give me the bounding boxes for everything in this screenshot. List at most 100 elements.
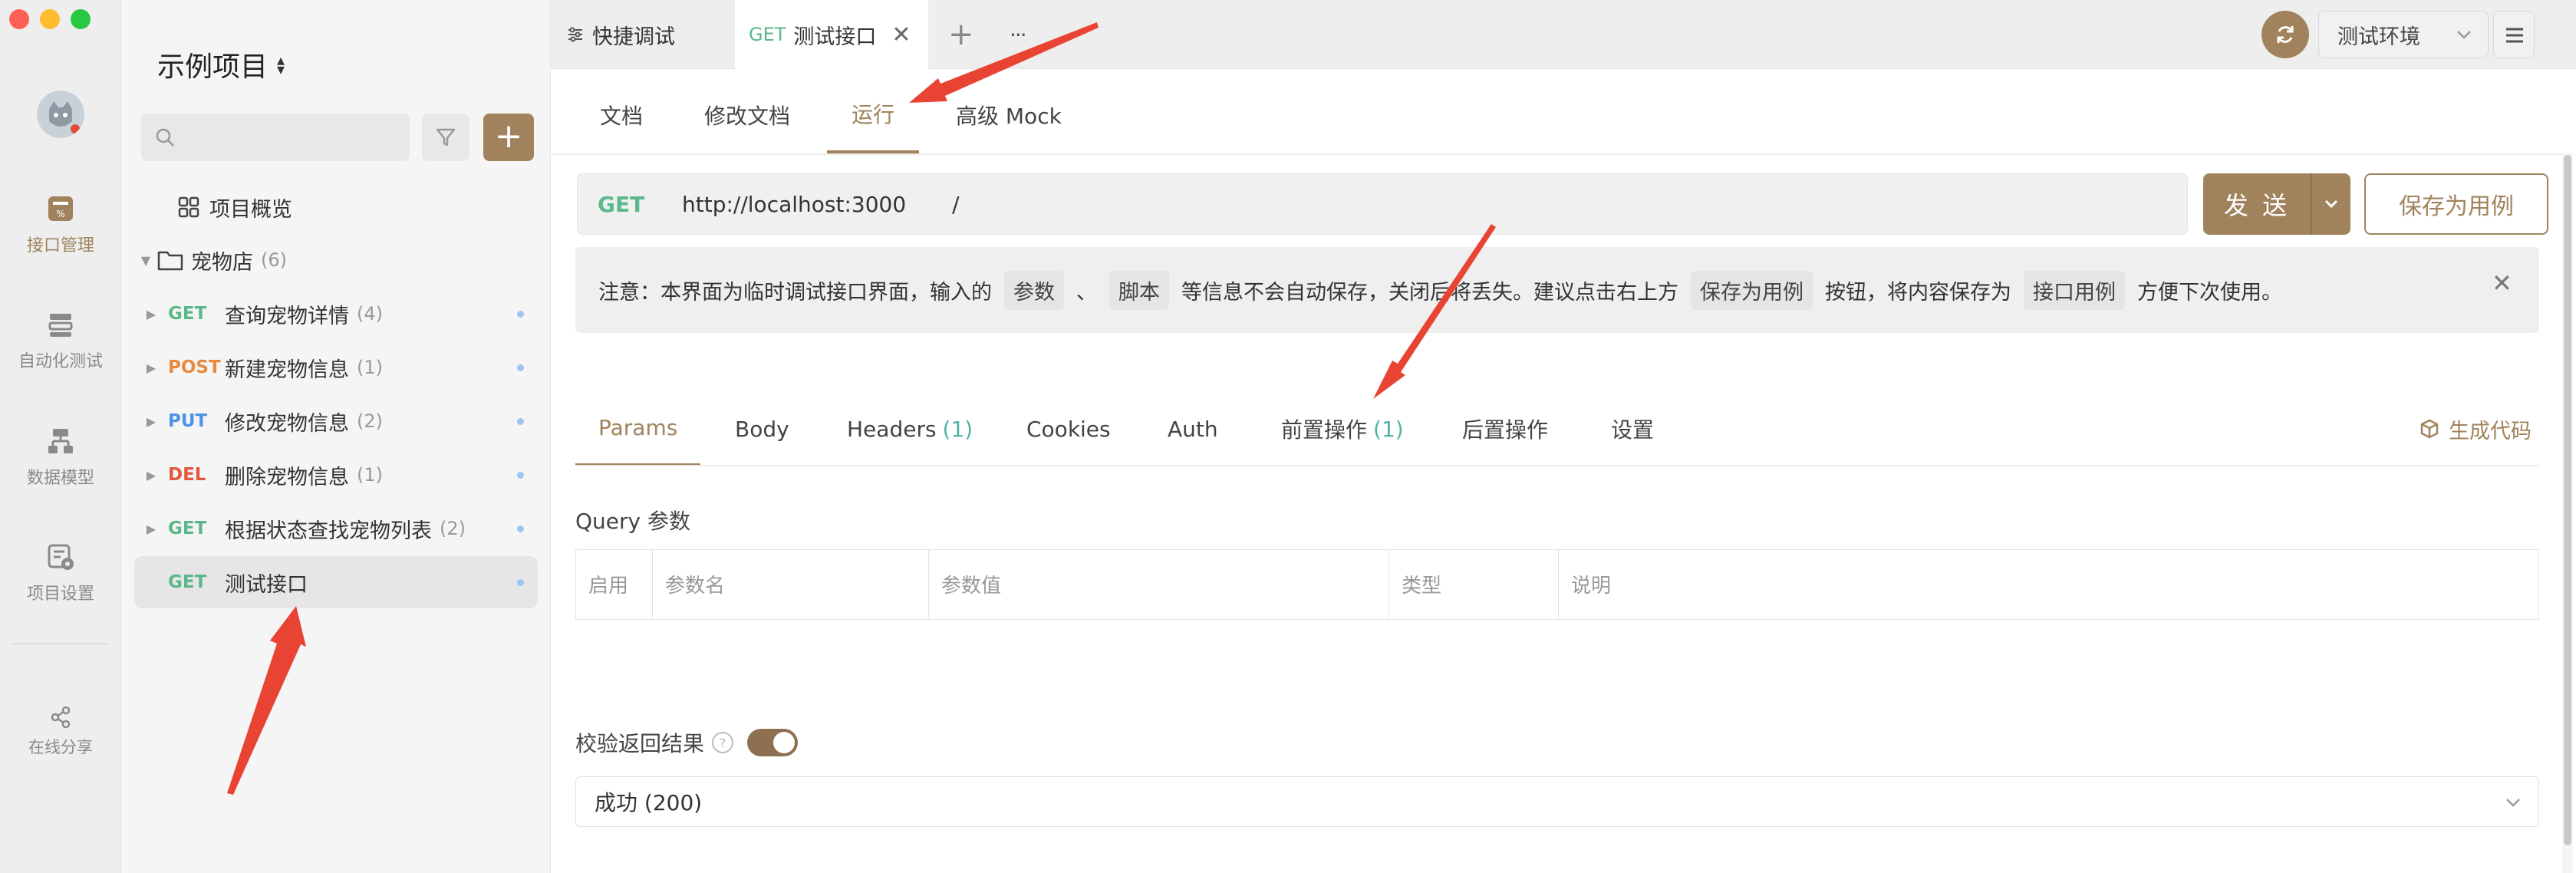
caret-right-icon[interactable]: ▶ [134,522,168,536]
sidebar-endpoint-item[interactable]: ▶ POST 新建宠物信息 (1) [134,341,538,394]
folder-icon [157,251,183,271]
caret-right-icon[interactable]: ▶ [134,307,168,321]
rail-item-automation-test[interactable]: 自动化测试 [0,309,121,372]
tab-post-operations[interactable]: 后置操作 [1462,391,1548,466]
close-notice-icon[interactable]: ✕ [2492,268,2512,298]
sidebar-endpoint-item[interactable]: ▶ PUT 修改宠物信息 (2) [134,395,538,447]
tab-active-endpoint[interactable]: GET 测试接口 ✕ [735,0,928,69]
search-icon [156,128,174,147]
validate-toggle[interactable] [747,729,799,756]
send-button[interactable]: 发 送 [2203,173,2350,235]
add-tab-button[interactable]: + [948,0,974,69]
refresh-icon [2277,26,2294,43]
filter-icon [436,128,456,147]
rail-item-data-model[interactable]: 数据模型 [0,426,121,489]
url-host: http://localhost:3000 [682,191,907,217]
subtab-docs[interactable]: 文档 [600,77,643,153]
scrollbar-thumb[interactable] [2564,155,2571,845]
overview-label: 项目概览 [209,197,292,222]
tab-quick-debug[interactable]: 快捷调试 [566,0,675,69]
tab-count: (1) [1373,416,1404,442]
api-management-icon: % [45,193,76,224]
endpoint-count: (2) [357,410,383,432]
close-window-button[interactable] [9,9,29,29]
column-header-description: 说明 [1571,574,1612,598]
rail-item-project-settings[interactable]: 项目设置 [0,542,121,605]
maximize-window-button[interactable] [71,9,91,29]
sidebar-item-overview[interactable]: 项目概览 [134,181,538,233]
sync-button[interactable] [2261,11,2309,58]
column-header-param-value: 参数值 [929,549,1389,618]
data-model-icon [45,426,76,456]
rail-item-api-management[interactable]: % 接口管理 [0,193,121,256]
plus-icon: + [948,17,974,52]
subtab-edit-docs[interactable]: 修改文档 [704,77,790,153]
tab-cookies[interactable]: Cookies [1026,391,1111,466]
notice-chip: 保存为用例 [1691,270,1813,310]
status-dot [517,364,524,371]
menu-button[interactable] [2493,11,2535,58]
notice-text: 等信息不会自动保存，关闭后将丢失。建议点击右上方 [1181,280,1678,305]
tab-pre-operations[interactable]: 前置操作 (1) [1281,391,1404,466]
rail-item-label: 数据模型 [26,469,94,488]
send-label: 发 送 [2223,191,2291,220]
rail-divider [12,643,109,644]
generate-code-label: 生成代码 [2449,419,2532,443]
method-badge: GET [168,519,207,539]
caret-right-icon[interactable]: ▶ [134,361,168,375]
tab-label: Cookies [1026,416,1111,442]
share-online-button[interactable]: 在线分享 [0,706,121,758]
caret-down-icon[interactable]: ▼ [134,253,157,268]
endpoint-name: 查询宠物详情 [225,304,349,328]
tab-body[interactable]: Body [735,391,789,466]
project-switcher[interactable]: 示例项目 ▴ ▾ [157,48,285,83]
avatar[interactable] [37,91,84,138]
notice-chip: 参数 [1004,270,1064,310]
tab-auth[interactable]: Auth [1168,391,1218,466]
method-badge: PUT [168,411,208,431]
save-as-case-button[interactable]: 保存为用例 [2364,173,2548,235]
url-method[interactable]: GET [598,192,682,217]
endpoint-count: (4) [357,303,383,324]
tab-params[interactable]: Params [575,391,701,466]
chevron-down-icon[interactable] [2312,196,2350,212]
endpoint-name: 新建宠物信息 [225,357,349,382]
chevron-down-icon [2457,31,2471,39]
more-tabs-button[interactable]: ··· [1010,0,1027,69]
rail-item-label: 接口管理 [26,236,94,255]
url-input[interactable]: GET http://localhost:3000 / [577,173,2188,235]
sidebar-endpoint-item-selected[interactable]: GET 测试接口 [134,556,538,608]
tab-label: Auth [1168,416,1218,442]
folder-count: (6) [261,249,287,271]
add-button[interactable]: + [483,114,534,161]
status-dot [517,579,524,586]
notice-text: 、 [1076,280,1097,305]
caret-right-icon[interactable]: ▶ [134,468,168,483]
method-badge: GET [168,572,207,592]
caret-right-icon[interactable]: ▶ [134,414,168,429]
tab-settings[interactable]: 设置 [1611,391,1654,466]
close-tab-icon[interactable]: ✕ [891,21,911,48]
environment-select[interactable]: 测试环境 [2318,11,2489,58]
vertical-scrollbar[interactable] [2562,153,2573,873]
help-icon[interactable]: ? [712,732,734,753]
folder-pet-store[interactable]: ▼ 宠物店 (6) [134,234,538,286]
endpoint-count: (1) [357,464,383,486]
notice-text: 注意：本界面为临时调试接口界面，输入的 [598,280,992,305]
sidebar-endpoint-item[interactable]: ▶ GET 查询宠物详情 (4) [134,288,538,340]
sidebar-search-input[interactable] [141,114,410,161]
sidebar-endpoint-item[interactable]: ▶ GET 根据状态查找宠物列表 (2) [134,502,538,555]
minimize-window-button[interactable] [40,9,60,29]
updown-chevron-icon: ▴ ▾ [277,51,285,78]
sidebar-endpoint-item[interactable]: ▶ DEL 删除宠物信息 (1) [134,449,538,501]
response-select[interactable]: 成功 (200) [575,776,2539,827]
folder-name: 宠物店 [191,250,253,275]
subtab-run[interactable]: 运行 [827,77,920,153]
filter-button[interactable] [422,114,469,161]
endpoint-name: 根据状态查找宠物列表 [225,519,432,543]
automation-test-icon [45,309,76,340]
generate-code-button[interactable]: 生成代码 [2420,391,2532,466]
chevron-down-icon [2506,799,2520,807]
subtab-advanced-mock[interactable]: 高级 Mock [956,77,1062,153]
tab-headers[interactable]: Headers (1) [847,391,973,466]
